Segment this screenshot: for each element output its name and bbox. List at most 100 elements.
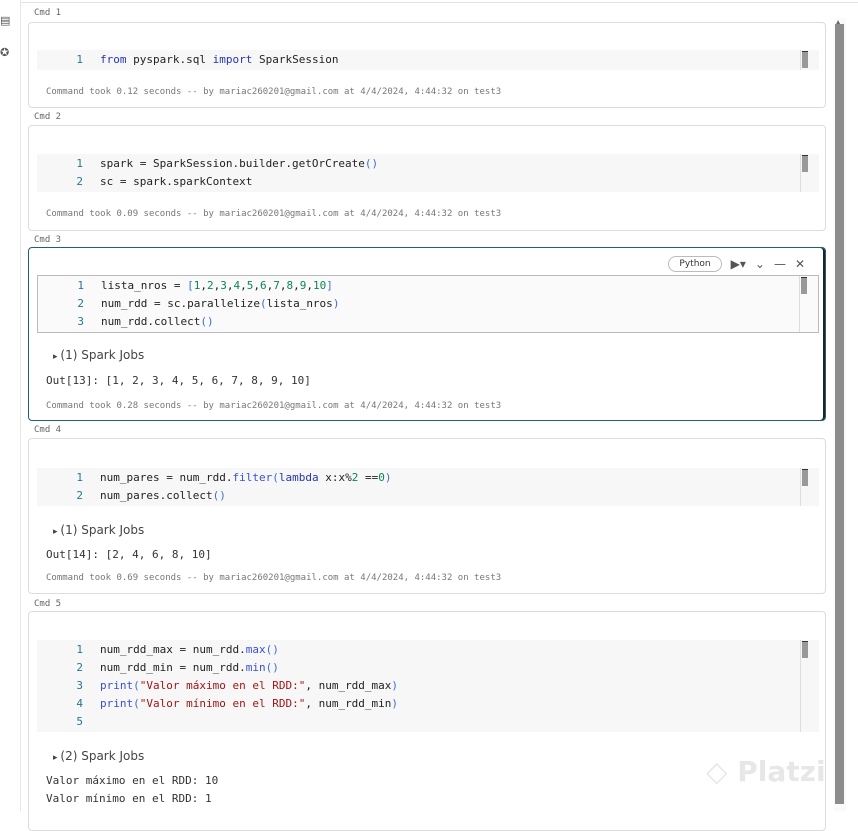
spark-jobs-toggle[interactable]: ▸ (1) Spark Jobs [53, 348, 144, 362]
scrollbar-thumb[interactable] [802, 641, 808, 658]
code-token: lista_nros = [101, 279, 188, 292]
code-token: 7 [273, 279, 280, 292]
expand-chevron-down-icon[interactable]: ⌄ [755, 257, 765, 271]
divider [20, 2, 858, 3]
spark-jobs-label[interactable]: (1) Spark Jobs [60, 348, 144, 362]
notebook-cell[interactable]: 1 num_rdd_max = num_rdd.max() 2 num_rdd_min… [28, 611, 826, 831]
code-line: 1 lista_nros = [1,2,3,4,5,6,7,8,9,10] [38, 277, 818, 295]
code-line: 3 print("Valor máximo en el RDD:", num_rd… [37, 677, 819, 695]
code-token: sc = spark.sparkContext [100, 175, 253, 188]
line-number: 1 [76, 471, 83, 484]
cell-output: Out[13]: [1, 2, 3, 4, 5, 6, 7, 8, 9, 10] [46, 374, 311, 387]
notebook-cell[interactable]: 1 lista_nros = [1,2,3,4,5,6,7,8,9,10] 2 num… [28, 247, 826, 421]
code-token: num_rdd_min = num_rdd. [100, 661, 246, 674]
line-number: 1 [76, 157, 83, 170]
code-editor[interactable]: 1 from pyspark.sql import SparkSession [37, 50, 819, 70]
close-icon[interactable]: ✕ [795, 257, 805, 271]
code-token: spark = SparkSession.builder.getOrCreate [100, 157, 365, 170]
code-scrollbar[interactable] [800, 640, 813, 732]
code-token: () [265, 643, 279, 656]
line-number: 1 [76, 53, 83, 66]
notebook-cell[interactable]: 1 num_pares = num_rdd.filter(lambda x:x% 2… [28, 438, 826, 594]
line-number: 3 [76, 679, 83, 692]
code-token: ( [133, 697, 140, 710]
code-token: ) [384, 471, 392, 484]
cell-label: Cmd 4 [34, 425, 62, 435]
page-scrollbar[interactable]: ▲ [834, 18, 846, 811]
notebook-cell[interactable]: 1 from pyspark.sql import SparkSession Com… [28, 22, 826, 108]
cell-output: Valor máximo en el RDD: 10 Valor mínimo … [46, 774, 219, 805]
code-scrollbar[interactable] [800, 468, 813, 506]
cell-toolbar: Python ▶▾ ⌄ — ✕ [668, 256, 805, 272]
code-editor[interactable]: 1 num_rdd_max = num_rdd.max() 2 num_rdd_min… [37, 640, 819, 732]
code-token: "Valor mínimo en el RDD:" [139, 697, 306, 710]
run-cell-icon[interactable]: ▶▾ [731, 257, 746, 271]
code-line: 2 num_rdd = sc.parallelize(lista_nros) [38, 295, 818, 313]
scrollbar-thumb[interactable] [802, 155, 808, 172]
command-took-status: Command took 0.28 seconds -- by mariac26… [46, 401, 502, 411]
spark-jobs-label[interactable]: (2) Spark Jobs [60, 749, 144, 763]
code-token: ( [259, 297, 267, 310]
code-token: ) [391, 679, 399, 692]
line-number: 5 [76, 715, 83, 728]
command-took-status: Command took 0.12 seconds -- by mariac26… [46, 87, 502, 97]
line-number: 1 [76, 643, 83, 656]
code-line: 1 num_pares = num_rdd.filter(lambda x:x%2… [37, 469, 819, 487]
code-token: ) [332, 297, 340, 310]
minimize-icon[interactable]: — [774, 257, 786, 271]
code-line: 2 sc = spark.sparkContext [37, 173, 819, 191]
line-number: 4 [76, 697, 83, 710]
code-token: , num_rdd_max [305, 679, 392, 692]
command-took-status: Command took 0.09 seconds -- by mariac26… [46, 209, 502, 219]
assistant-sparkle-icon[interactable]: ✪ [0, 46, 9, 59]
line-number: 2 [76, 661, 83, 674]
line-number: 2 [76, 175, 83, 188]
cell-label: Cmd 2 [34, 112, 62, 122]
code-line: 1 from pyspark.sql import SparkSession [37, 51, 819, 69]
code-editor[interactable]: 1 lista_nros = [1,2,3,4,5,6,7,8,9,10] 2 num… [37, 275, 819, 333]
line-number: 2 [76, 489, 83, 502]
scrollbar-thumb[interactable] [835, 24, 844, 804]
scrollbar-thumb[interactable] [802, 51, 808, 68]
platzi-watermark: ◇ Platzi [706, 755, 826, 788]
code-token: num_rdd_max = num_rdd. [100, 643, 246, 656]
language-button[interactable]: Python [668, 256, 722, 272]
code-token: import [212, 53, 253, 66]
scrollbar-thumb[interactable] [801, 277, 807, 294]
code-token: x:x% [318, 471, 352, 484]
cell-label: Cmd 1 [34, 8, 62, 18]
code-scrollbar[interactable] [800, 50, 813, 70]
code-scrollbar[interactable] [800, 154, 813, 192]
code-token: ( [133, 679, 140, 692]
code-line: 4 print("Valor mínimo en el RDD:", num_rd… [37, 695, 819, 713]
code-editor[interactable]: 1 spark = SparkSession.builder.getOrCreat… [37, 154, 819, 192]
code-token: ] [326, 279, 333, 292]
spark-jobs-toggle[interactable]: ▸ (2) Spark Jobs [53, 749, 144, 763]
code-token: 3 [220, 279, 227, 292]
code-editor[interactable]: 1 num_pares = num_rdd.filter(lambda x:x% 2… [37, 468, 819, 506]
spark-jobs-label[interactable]: (1) Spark Jobs [60, 523, 144, 537]
code-line: 2 num_pares.collect() [37, 487, 819, 505]
spark-jobs-toggle[interactable]: ▸ (1) Spark Jobs [53, 523, 144, 537]
code-line: 1 num_rdd_max = num_rdd.max() [37, 641, 819, 659]
line-number: 1 [77, 279, 84, 292]
table-of-contents-icon[interactable]: ▤ [0, 14, 10, 27]
code-token: 6 [259, 279, 267, 292]
code-token: [ [187, 279, 194, 292]
line-number: 3 [77, 315, 84, 328]
code-token: num_pares.collect [100, 489, 213, 502]
code-token: , [253, 279, 260, 292]
code-token: filter [232, 471, 273, 484]
notebook-cell[interactable]: 1 spark = SparkSession.builder.getOrCreat… [28, 125, 826, 231]
code-token: print [100, 697, 134, 710]
code-line: 2 num_rdd_min = num_rdd.min() [37, 659, 819, 677]
code-token: , [293, 279, 300, 292]
code-token: max [245, 643, 266, 656]
scrollbar-thumb[interactable] [802, 469, 808, 486]
code-token: , [240, 279, 247, 292]
code-scrollbar[interactable] [799, 276, 812, 332]
cell-label: Cmd 3 [34, 235, 62, 245]
code-token: ( [272, 471, 279, 484]
code-token: () [265, 661, 279, 674]
code-token: 10 [312, 279, 327, 292]
